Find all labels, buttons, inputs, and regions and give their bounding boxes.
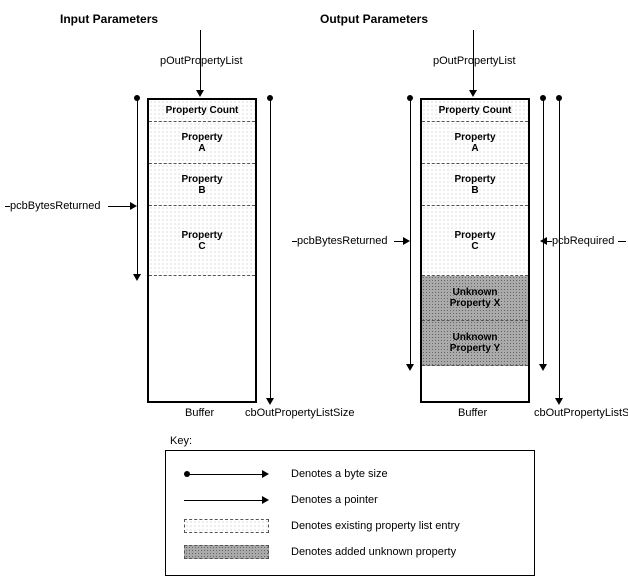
output-seg-empty xyxy=(422,366,528,401)
key-row-pointer: Denotes a pointer xyxy=(181,487,519,513)
output-pcb-required-line-r xyxy=(618,241,626,242)
key-text-unknown: Denotes added unknown property xyxy=(291,546,456,558)
input-seg-count: Property Count xyxy=(149,100,255,122)
oseg-c-line2: C xyxy=(471,241,478,252)
seg-c-line1: Property xyxy=(181,230,222,241)
output-pcb-required-label: pcbRequired xyxy=(552,235,614,247)
input-pcb-returned-line-l xyxy=(5,206,10,207)
input-seg-a: Property A xyxy=(149,122,255,164)
output-seg-uy: Unknown Property Y xyxy=(422,321,528,366)
oseg-uy-line2: Property Y xyxy=(450,343,500,354)
seg-a-line1: Property xyxy=(181,132,222,143)
oseg-a-line2: A xyxy=(471,143,478,154)
input-pcb-returned-label: pcbBytesReturned xyxy=(10,200,101,212)
oseg-ux-line2: Property X xyxy=(450,298,501,309)
key-symbol-byte-size xyxy=(181,466,271,482)
key-box: Denotes a byte size Denotes a pointer De… xyxy=(165,450,535,576)
key-symbol-pointer xyxy=(181,492,271,508)
input-pointer-label: pOutPropertyList xyxy=(160,55,243,67)
output-seg-count: Property Count xyxy=(422,100,528,122)
input-buffer-label: Buffer xyxy=(185,407,214,419)
oseg-b-line2: B xyxy=(471,185,478,196)
seg-a-line2: A xyxy=(198,143,205,154)
input-title: Input Parameters xyxy=(60,12,158,26)
output-buffer-label: Buffer xyxy=(458,407,487,419)
input-buffer: Property Count Property A Property B Pro… xyxy=(147,98,257,403)
output-seg-a: Property A xyxy=(422,122,528,164)
key-row-existing: Denotes existing property list entry xyxy=(181,513,519,539)
oseg-a-line1: Property xyxy=(454,132,495,143)
output-cbout-label: cbOutPropertyListSize xyxy=(534,407,628,419)
key-symbol-unknown xyxy=(181,544,271,560)
input-pcb-returned-arrowhead-r xyxy=(130,202,137,210)
output-title: Output Parameters xyxy=(320,12,428,26)
output-pcb-required-arrowhead-l xyxy=(540,237,547,245)
output-pcb-returned-line-l xyxy=(292,241,297,242)
input-seg-b: Property B xyxy=(149,164,255,206)
output-seg-b: Property B xyxy=(422,164,528,206)
output-pcb-returned-label: pcbBytesReturned xyxy=(297,235,388,247)
oseg-ux-line1: Unknown xyxy=(453,287,498,298)
key-symbol-existing xyxy=(181,518,271,534)
input-seg-c: Property C xyxy=(149,206,255,276)
output-buffer: Property Count Property A Property B Pro… xyxy=(420,98,530,403)
key-text-existing: Denotes existing property list entry xyxy=(291,520,460,532)
key-title: Key: xyxy=(170,435,192,447)
seg-c-line2: C xyxy=(198,241,205,252)
output-pcb-returned-arrowhead-r xyxy=(403,237,410,245)
key-row-byte-size: Denotes a byte size xyxy=(181,461,519,487)
oseg-c-line1: Property xyxy=(454,230,495,241)
output-pointer-label: pOutPropertyList xyxy=(433,55,516,67)
key-text-pointer: Denotes a pointer xyxy=(291,494,378,506)
input-pcb-returned-line-r xyxy=(108,206,132,207)
output-seg-ux: Unknown Property X xyxy=(422,276,528,321)
input-cbout-label: cbOutPropertyListSize xyxy=(245,407,354,419)
input-seg-empty xyxy=(149,276,255,401)
key-row-unknown: Denotes added unknown property xyxy=(181,539,519,565)
seg-b-line1: Property xyxy=(181,174,222,185)
oseg-uy-line1: Unknown xyxy=(453,332,498,343)
oseg-b-line1: Property xyxy=(454,174,495,185)
seg-b-line2: B xyxy=(198,185,205,196)
output-seg-c: Property C xyxy=(422,206,528,276)
key-text-byte-size: Denotes a byte size xyxy=(291,468,388,480)
